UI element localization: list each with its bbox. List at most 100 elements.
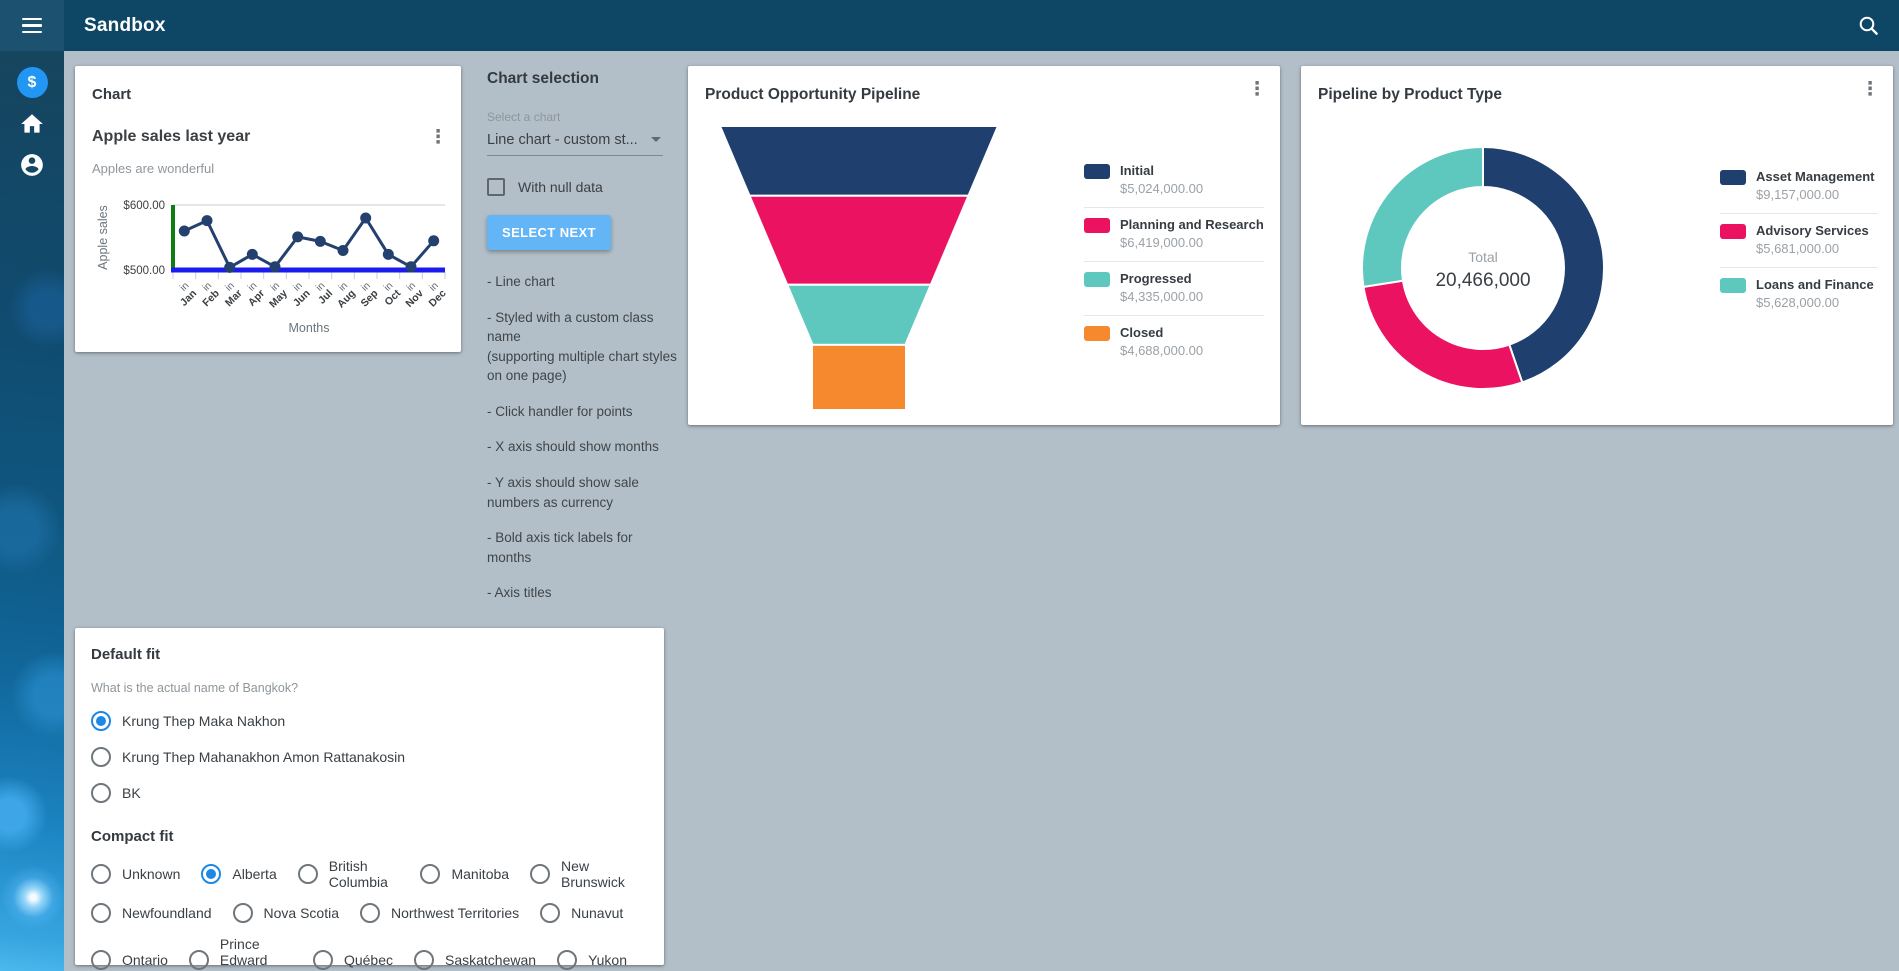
radio-option[interactable]: Ontario xyxy=(91,950,168,970)
radio-label: Nunavut xyxy=(571,905,623,921)
compact-fit-title: Compact fit xyxy=(91,828,648,845)
radio-button[interactable] xyxy=(91,783,111,803)
dollar-icon: $ xyxy=(17,67,48,98)
radio-button[interactable] xyxy=(540,903,560,923)
donut-chart-card: Pipeline by Product Type ⋮ Total20,466,0… xyxy=(1301,66,1893,425)
legend-label: Initial xyxy=(1120,163,1154,178)
note-item: - Line chart xyxy=(487,272,679,292)
radio-button[interactable] xyxy=(557,950,577,970)
radio-button[interactable] xyxy=(360,903,380,923)
radio-label: BK xyxy=(122,785,141,801)
home-icon xyxy=(19,111,45,137)
radio-button[interactable] xyxy=(420,864,440,884)
sidebar-item-home[interactable] xyxy=(10,103,54,144)
select-next-button[interactable]: SELECT NEXT xyxy=(487,215,611,250)
radio-option[interactable]: Manitoba xyxy=(420,864,509,884)
chart-selection-panel: Chart selection Select a chart Line char… xyxy=(487,70,679,619)
legend-item[interactable]: Planning and Research $6,419,000.00 xyxy=(1084,207,1264,261)
card-heading: Chart xyxy=(92,86,131,103)
radio-option[interactable]: Nunavut xyxy=(540,903,623,923)
legend-label: Progressed xyxy=(1120,271,1192,286)
radio-label: New Brunswick xyxy=(561,858,627,890)
radio-option[interactable]: Yukon xyxy=(557,950,627,970)
app-root: Sandbox $ C xyxy=(0,0,1899,971)
radio-button[interactable] xyxy=(91,903,111,923)
radio-option[interactable]: New Brunswick xyxy=(530,858,627,890)
radio-label: Krung Thep Mahanakhon Amon Rattanakosin xyxy=(122,749,405,765)
legend-label: Closed xyxy=(1120,325,1163,340)
sidebar-item-account[interactable] xyxy=(10,144,54,185)
radio-option[interactable]: Krung Thep Maka Nakhon xyxy=(91,711,648,731)
radio-option[interactable]: Unknown xyxy=(91,864,180,884)
legend-item[interactable]: Initial $5,024,000.00 xyxy=(1084,154,1264,207)
legend-swatch xyxy=(1720,278,1746,293)
sidebar: $ xyxy=(0,51,64,971)
legend-swatch xyxy=(1720,224,1746,239)
radio-row: Ontario Prince Edward Island Québec Sask… xyxy=(91,936,648,971)
default-fit-title: Default fit xyxy=(91,646,648,663)
legend-item[interactable]: Asset Management $9,157,000.00 xyxy=(1720,160,1878,213)
compact-radio-group: Unknown Alberta British Columbia Manitob… xyxy=(91,858,648,971)
radio-button[interactable] xyxy=(91,747,111,767)
svg-text:Months: Months xyxy=(289,321,330,335)
sidebar-item-sales[interactable]: $ xyxy=(10,62,54,103)
radio-row: Unknown Alberta British Columbia Manitob… xyxy=(91,858,648,890)
chart-select-dropdown[interactable]: Line chart - custom st... xyxy=(487,131,663,156)
radio-label: Manitoba xyxy=(451,866,509,882)
radio-button[interactable] xyxy=(91,864,111,884)
menu-button[interactable] xyxy=(0,0,64,51)
radio-option[interactable]: Québec xyxy=(313,950,393,970)
legend-value: $5,681,000.00 xyxy=(1756,241,1839,256)
fit-card: Default fit What is the actual name of B… xyxy=(75,628,664,965)
radio-button[interactable] xyxy=(530,864,550,884)
radio-button[interactable] xyxy=(414,950,434,970)
radio-option[interactable]: Krung Thep Mahanakhon Amon Rattanakosin xyxy=(91,747,648,767)
default-radio-group: Krung Thep Maka Nakhon Krung Thep Mahana… xyxy=(91,711,648,803)
note-item: - Click handler for points xyxy=(487,402,679,422)
radio-label: Northwest Territories xyxy=(391,905,519,921)
svg-text:20,466,000: 20,466,000 xyxy=(1435,270,1530,291)
legend-item[interactable]: Loans and Finance $5,628,000.00 xyxy=(1720,267,1878,321)
legend-swatch xyxy=(1084,164,1110,179)
legend-value: $9,157,000.00 xyxy=(1756,187,1839,202)
legend-item[interactable]: Progressed $4,335,000.00 xyxy=(1084,261,1264,315)
legend-item[interactable]: Closed $4,688,000.00 xyxy=(1084,315,1264,369)
radio-label: Saskatchewan xyxy=(445,952,536,968)
radio-option[interactable]: Alberta xyxy=(201,864,276,884)
radio-option[interactable]: Newfoundland xyxy=(91,903,212,923)
radio-button[interactable] xyxy=(233,903,253,923)
radio-button[interactable] xyxy=(298,864,318,884)
funnel-legend: Initial $5,024,000.00 Planning and Resea… xyxy=(1084,154,1264,369)
legend-item[interactable]: Advisory Services $5,681,000.00 xyxy=(1720,213,1878,267)
svg-text:inJul: inJul xyxy=(309,280,335,306)
legend-value: $5,024,000.00 xyxy=(1120,181,1203,196)
radio-button[interactable] xyxy=(91,950,111,970)
legend-label: Asset Management xyxy=(1756,169,1874,184)
radio-button[interactable] xyxy=(189,950,209,970)
radio-button[interactable] xyxy=(201,864,221,884)
feature-notes: - Line chart - Styled with a custom clas… xyxy=(487,272,679,603)
radio-option[interactable]: BK xyxy=(91,783,648,803)
radio-option[interactable]: Saskatchewan xyxy=(414,950,536,970)
select-label: Select a chart xyxy=(487,110,679,124)
null-data-checkbox[interactable] xyxy=(487,178,505,196)
note-item: - Bold axis tick labels for months xyxy=(487,528,679,567)
kebab-menu-icon[interactable]: ⋮ xyxy=(425,124,451,150)
search-button[interactable] xyxy=(1849,6,1889,46)
note-item: - Axis titles xyxy=(487,583,679,603)
radio-option[interactable]: Northwest Territories xyxy=(360,903,519,923)
line-chart-plot[interactable]: $600.00$500.00Apple salesinJaninFebinMar… xyxy=(75,182,461,350)
radio-option[interactable]: Prince Edward Island xyxy=(189,936,292,971)
radio-option[interactable]: British Columbia xyxy=(298,858,400,890)
svg-text:Total: Total xyxy=(1468,249,1498,265)
radio-label: Newfoundland xyxy=(122,905,212,921)
radio-button[interactable] xyxy=(313,950,333,970)
legend-value: $5,628,000.00 xyxy=(1756,295,1839,310)
chevron-down-icon xyxy=(651,137,661,142)
radio-label: Prince Edward Island xyxy=(220,936,292,971)
null-data-checkbox-row[interactable]: With null data xyxy=(487,178,679,196)
radio-label: British Columbia xyxy=(329,858,400,890)
radio-button[interactable] xyxy=(91,711,111,731)
radio-option[interactable]: Nova Scotia xyxy=(233,903,339,923)
radio-label: Unknown xyxy=(122,866,180,882)
